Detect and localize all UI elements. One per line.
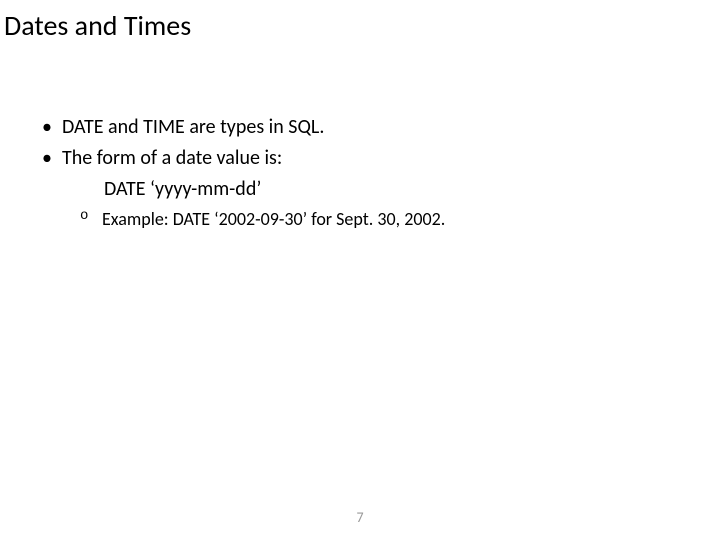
slide-content: DATE and TIME are types in SQL. The form…	[0, 43, 720, 232]
slide-title: Dates and Times	[0, 0, 720, 43]
page-number: 7	[0, 509, 720, 526]
bullet-list: DATE and TIME are types in SQL. The form…	[40, 113, 680, 173]
date-format-line: DATE ‘yyyy-mm-dd’	[40, 175, 680, 204]
bullet-item-2: The form of a date value is:	[40, 144, 680, 173]
bullet-item-1: DATE and TIME are types in SQL.	[40, 113, 680, 142]
sub-bullet-list: Example: DATE ‘2002-09-30’ for Sept. 30,…	[40, 206, 680, 232]
sub-bullet-item-1: Example: DATE ‘2002-09-30’ for Sept. 30,…	[80, 206, 680, 232]
